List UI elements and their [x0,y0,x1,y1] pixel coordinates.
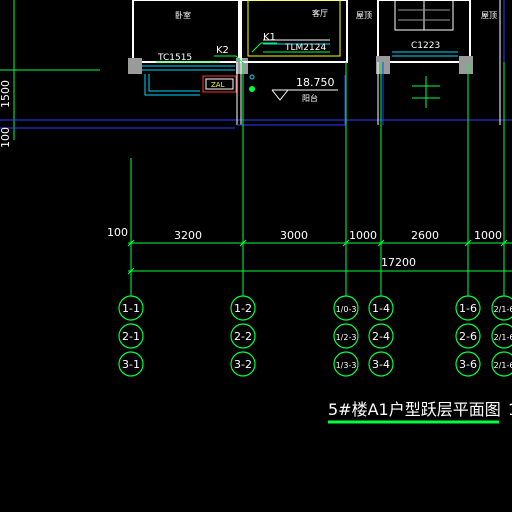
dim-1000-a: 1000 [349,229,377,242]
axis-label-3-3: 1/3-3 [336,361,357,370]
axis-label-2-1: 2-1 [122,330,140,343]
axis-label-2-7: 2/1-6 [494,333,512,342]
axis-label-1-7: 2/1-6 [494,305,512,314]
axis-label-2-2: 2-2 [234,330,252,343]
room-bedroom: 卧室 [175,10,191,20]
room-living: 客厅 [312,8,328,18]
axis-label-3-6: 3-6 [459,358,477,371]
room-terrace: 阳台 [302,93,318,103]
axis-label-1-1: 1-1 [122,302,140,315]
box-label: ZAL [211,81,225,89]
axis-label-2-3: 1/2-3 [336,333,357,342]
axis-label-1-4: 1-4 [372,302,390,315]
axis-label-2-4: 2-4 [372,330,390,343]
axis-label-1-2: 1-2 [234,302,252,315]
window-tc1515: TC1515 [157,53,192,63]
dim-total-17200: 17200 [381,256,416,269]
left-dim-1500: 1500 [0,80,12,108]
cad-drawing-canvas: 1500 100 卧室 客厅 TC1515 TLM2124 K2 K1 ZAL … [0,0,512,512]
left-dim-100: 100 [0,127,12,148]
axis-label-1-3: 1/0-3 [336,305,357,314]
canvas-background [0,0,512,512]
dim-1000-b: 1000 [474,229,502,242]
column-left [128,58,142,74]
dim-3200: 3200 [174,229,202,242]
drawing-title-suffix: 1 [508,400,512,419]
drawing-title: 5#楼A1户型跃层平面图 [328,400,501,419]
axis-label-3-1: 3-1 [122,358,140,371]
mark-k2: K2 [216,45,229,56]
axis-label-3-4: 3-4 [372,358,390,371]
elevation-value: 18.750 [296,76,335,89]
axis-label-3-2: 3-2 [234,358,252,371]
drawing-title-block: 5#楼A1户型跃层平面图 1 [328,400,512,424]
window-c1223: C1223 [411,41,440,51]
room-bath-right: 屋顶 [481,11,497,20]
mark-k1: K1 [263,32,276,43]
column-right-2 [459,56,473,74]
dim-100: 100 [107,226,128,239]
axis-label-2-6: 2-6 [459,330,477,343]
green-symbol [249,86,255,92]
dim-2600: 2600 [411,229,439,242]
axis-label-1-6: 1-6 [459,302,477,315]
axis-label-3-7: 2/1-6 [494,361,512,370]
door-tlm2124: TLM2124 [284,43,326,53]
dim-3000: 3000 [280,229,308,242]
room-bath-left: 屋顶 [356,11,372,20]
